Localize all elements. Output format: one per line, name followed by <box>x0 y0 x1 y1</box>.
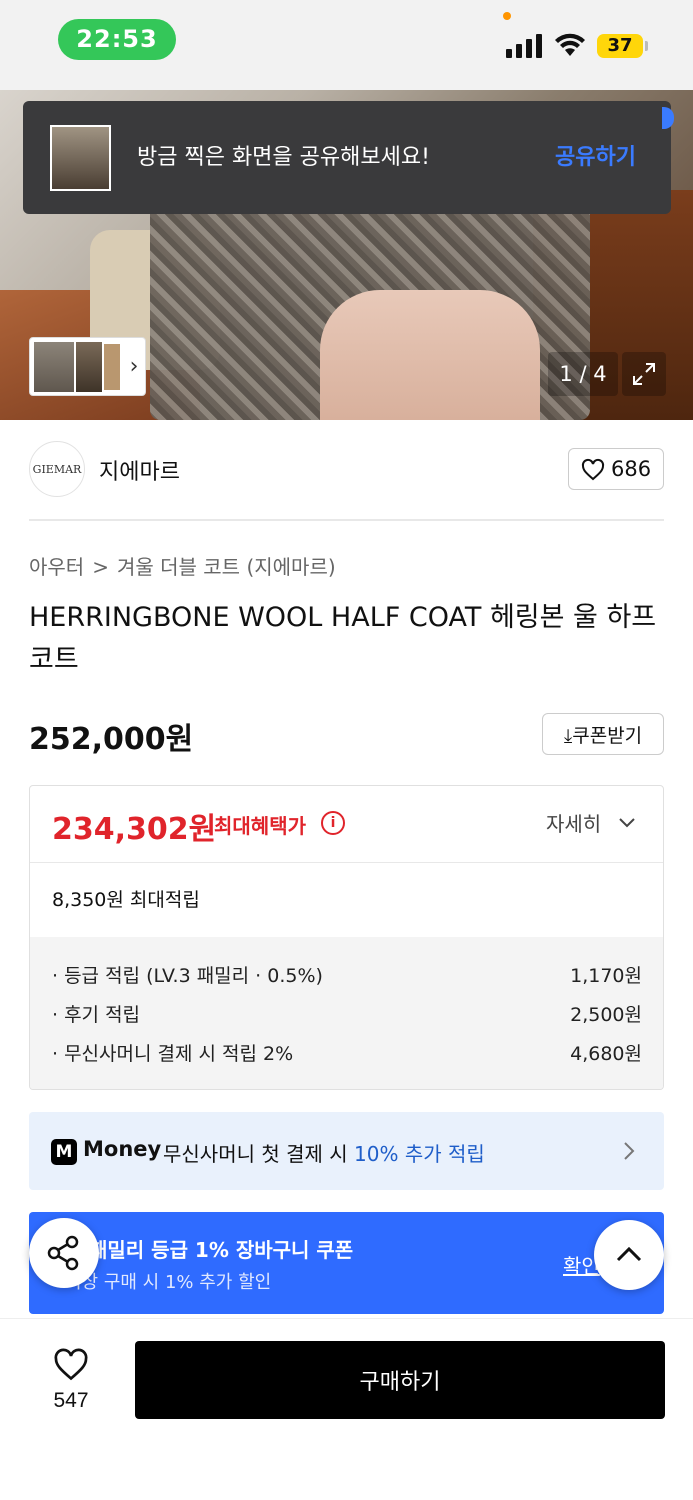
gallery-thumbnail <box>76 342 102 392</box>
chevron-right-icon <box>624 1142 635 1160</box>
battery-tip <box>645 41 648 51</box>
chevron-down-icon[interactable] <box>618 814 636 832</box>
brand-logo[interactable]: GIEMAR <box>29 441 85 497</box>
chevron-right-icon: › <box>129 354 139 379</box>
detail-toggle-button[interactable]: 자세히 <box>546 808 601 837</box>
brand-like-count: 686 <box>611 457 652 481</box>
product-price: 252,000원 <box>29 722 194 757</box>
points-row-value: 2,500원 <box>570 1004 642 1026</box>
money-logo-icon: M <box>51 1139 77 1165</box>
status-time: 22:53 <box>58 19 176 60</box>
chevron-up-icon <box>616 1246 642 1262</box>
brand-name[interactable]: 지에마르 <box>99 454 180 486</box>
points-row: · 후기 적립 2,500원 <box>52 1000 642 1030</box>
coupon-button-label: 쿠폰받기 <box>572 724 643 747</box>
expand-icon <box>633 363 655 385</box>
share-toast: 방금 찍은 화면을 공유해보세요! 공유하기 <box>23 101 671 214</box>
battery-indicator: 37 <box>597 34 643 58</box>
money-promo-banner[interactable]: M Money 무신사머니 첫 결제 시 10% 추가 적립 <box>29 1112 664 1190</box>
image-model-legs <box>320 290 540 420</box>
points-breakdown: · 등급 적립 (LV.3 패밀리 · 0.5%) 1,170원 · 후기 적립… <box>30 937 663 1089</box>
points-row-label: · 무신사머니 결제 시 적립 2% <box>52 1043 294 1065</box>
bottom-action-bar: 547 구매하기 <box>0 1318 693 1500</box>
points-row-label: · 후기 적립 <box>52 1004 141 1026</box>
gallery-thumbnail <box>104 344 120 390</box>
points-row: · 등급 적립 (LV.3 패밀리 · 0.5%) 1,170원 <box>52 961 642 991</box>
product-title: HERRINGBONE WOOL HALF COAT 헤링본 울 하프코트 <box>29 602 657 675</box>
buy-button[interactable]: 구매하기 <box>135 1341 665 1419</box>
expand-button[interactable] <box>622 352 666 396</box>
download-icon: ⤓ <box>563 724 573 747</box>
brand-like-button[interactable]: 686 <box>568 448 664 490</box>
info-icon[interactable]: i <box>321 811 345 835</box>
money-promo-text: 무신사머니 첫 결제 시 10% 추가 적립 <box>163 1138 485 1167</box>
points-row: · 무신사머니 결제 시 적립 2% 4,680원 <box>52 1039 642 1069</box>
family-coupon-banner[interactable]: 패밀리 등급 1% 장바구니 쿠폰 이상 구매 시 1% 추가 할인 확인 <box>29 1212 664 1314</box>
points-row-label: · 등급 적립 (LV.3 패밀리 · 0.5%) <box>52 965 323 987</box>
best-price: 234,302원 <box>52 812 217 847</box>
benefit-divider <box>30 862 663 863</box>
gallery-thumbnail <box>34 342 74 392</box>
wifi-icon <box>555 33 585 56</box>
status-bar: 22:53 37 <box>0 0 693 90</box>
family-coupon-title: 패밀리 등급 1% 장바구니 쿠폰 <box>89 1238 354 1262</box>
product-like-count: 547 <box>53 1389 89 1412</box>
points-row-value: 1,170원 <box>570 965 642 987</box>
section-divider <box>29 519 664 521</box>
share-toast-message: 방금 찍은 화면을 공유해보세요! <box>137 145 430 170</box>
chevron-right-icon: > <box>92 555 109 579</box>
privacy-indicator <box>503 12 511 20</box>
breadcrumb-item[interactable]: 아우터 <box>29 555 84 579</box>
screenshot-thumbnail <box>50 125 111 191</box>
share-button[interactable]: 공유하기 <box>555 139 636 171</box>
cellular-signal-icon <box>506 34 544 58</box>
heart-icon <box>581 458 605 481</box>
share-icon <box>47 1235 79 1271</box>
breadcrumb-item[interactable]: 겨울 더블 코트 (지에마르) <box>117 555 336 579</box>
breadcrumb: 아우터 > 겨울 더블 코트 (지에마르) <box>29 551 336 580</box>
coupon-download-button[interactable]: ⤓쿠폰받기 <box>542 713 664 755</box>
money-promo-highlight: 10% 추가 적립 <box>354 1142 485 1166</box>
best-price-label: 최대혜택가 <box>214 814 306 838</box>
share-floating-button[interactable] <box>29 1218 99 1288</box>
gallery-thumbnail-strip[interactable]: › <box>29 337 146 396</box>
heart-icon <box>54 1348 88 1381</box>
max-points: 8,350원 최대적립 <box>52 889 200 911</box>
scroll-top-button[interactable] <box>594 1220 664 1290</box>
points-row-value: 4,680원 <box>570 1043 642 1065</box>
gallery-page-indicator: 1 / 4 <box>548 352 618 396</box>
product-like-button[interactable]: 547 <box>38 1341 104 1421</box>
benefit-box: 234,302원 최대혜택가 i 자세히 8,350원 최대적립 · 등급 적립… <box>29 785 664 1090</box>
money-brand: Money <box>83 1137 162 1161</box>
money-promo-prefix: 무신사머니 첫 결제 시 <box>163 1142 355 1166</box>
